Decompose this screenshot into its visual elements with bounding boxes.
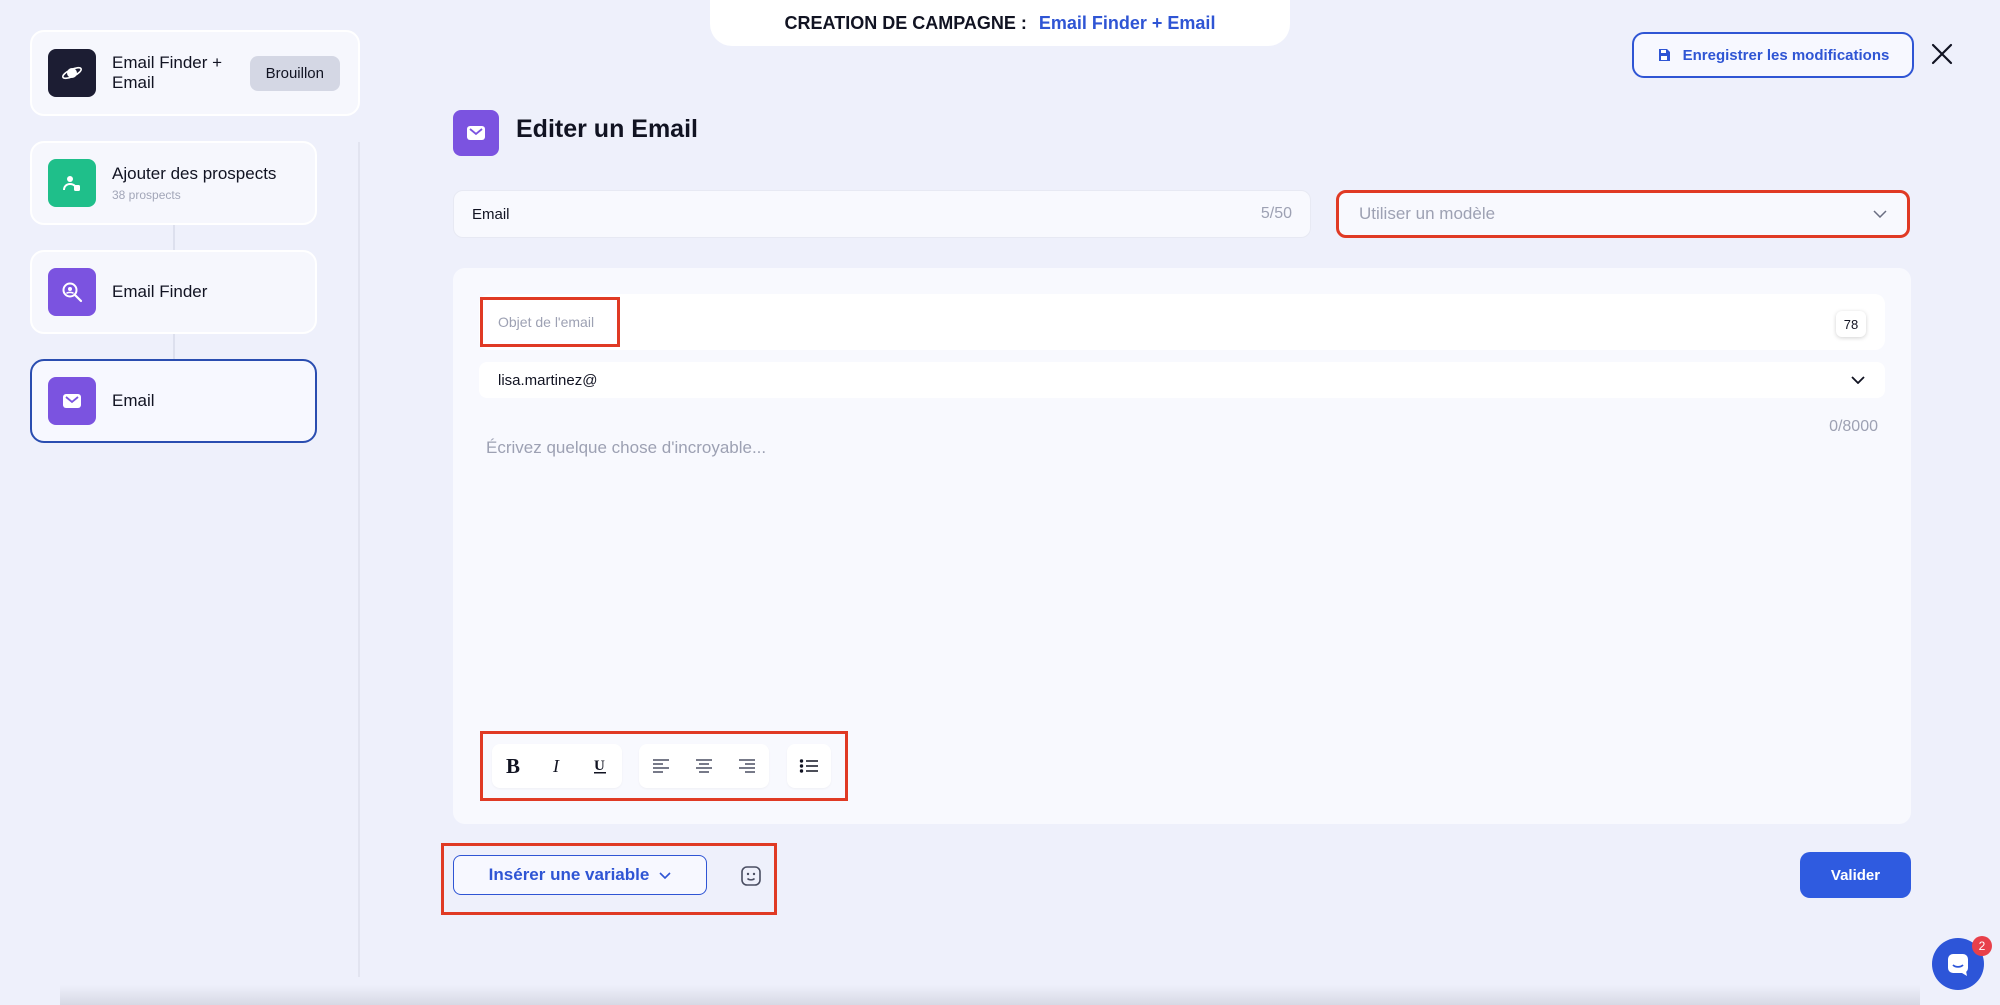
banner-label: CREATION DE CAMPAGNE :: [784, 12, 1027, 33]
list-group: [787, 744, 831, 788]
align-left-icon[interactable]: [644, 749, 678, 783]
insert-variable-button[interactable]: Insérer une variable: [453, 855, 707, 895]
save-changes-label: Enregistrer les modifications: [1682, 46, 1890, 64]
step-connector: [173, 222, 175, 250]
sender-select[interactable]: lisa.martinez@: [479, 362, 1885, 398]
align-right-icon[interactable]: [730, 749, 764, 783]
svg-text:B: B: [506, 756, 520, 776]
user-add-icon: [48, 159, 96, 207]
step-connector: [173, 332, 175, 360]
bullet-list-icon[interactable]: [792, 749, 826, 783]
template-placeholder: Utiliser un modèle: [1359, 204, 1496, 223]
template-select[interactable]: Utiliser un modèle: [1336, 190, 1910, 238]
sender-value: lisa.martinez@: [498, 371, 598, 389]
step-title: Ajouter des prospects: [112, 164, 277, 183]
sidebar-item-email-finder[interactable]: Email Finder: [30, 250, 317, 334]
svg-text:U: U: [594, 758, 605, 774]
bold-icon[interactable]: B: [497, 749, 531, 783]
save-changes-button[interactable]: Enregistrer les modifications: [1632, 32, 1914, 78]
chat-icon: [1945, 951, 1971, 977]
subject-placeholder[interactable]: Objet de l'email: [480, 297, 620, 347]
page-title: Editer un Email: [516, 115, 698, 143]
notification-badge: 2: [1972, 936, 1992, 956]
alignment-group: [639, 744, 769, 788]
subject-counter: 78: [1836, 311, 1866, 337]
italic-icon[interactable]: I: [540, 749, 574, 783]
body-placeholder[interactable]: Écrivez quelque chose d'incroyable...: [486, 438, 766, 458]
planet-icon: [48, 49, 96, 97]
mail-icon: [48, 377, 96, 425]
banner-campaign-name: Email Finder + Email: [1038, 12, 1216, 33]
chevron-down-icon: [659, 871, 671, 879]
sidebar-item-add-prospects[interactable]: Ajouter des prospects 38 prospects: [30, 141, 317, 225]
step-title: Email: [112, 391, 155, 410]
subject-input[interactable]: [479, 294, 1885, 350]
status-badge: Brouillon: [249, 55, 340, 91]
sidebar-divider: [358, 142, 360, 977]
campaign-banner: CREATION DE CAMPAGNE : Email Finder + Em…: [710, 0, 1290, 46]
validate-button[interactable]: Valider: [1800, 852, 1911, 898]
step-title: Email Finder: [112, 282, 208, 301]
email-name-counter: 5/50: [1260, 205, 1292, 222]
email-name-field[interactable]: Email 5/50: [453, 190, 1311, 238]
svg-text:I: I: [552, 757, 560, 775]
bottom-shadow: [60, 985, 1920, 1005]
sidebar-item-email[interactable]: Email: [30, 359, 317, 443]
align-center-icon[interactable]: [687, 749, 721, 783]
campaign-card[interactable]: Email Finder + Email Brouillon: [30, 30, 360, 116]
chevron-down-icon: [1873, 210, 1887, 218]
mail-icon: [453, 110, 499, 156]
close-icon[interactable]: [1928, 40, 1956, 68]
save-icon: [1657, 48, 1671, 62]
step-subtitle: 38 prospects: [112, 188, 181, 202]
text-style-group: B I U: [492, 744, 622, 788]
chevron-down-icon: [1851, 376, 1865, 384]
email-name-value: Email: [472, 205, 510, 223]
emoji-icon[interactable]: [739, 864, 763, 888]
insert-variable-label: Insérer une variable: [488, 865, 650, 884]
campaign-title: Email Finder + Email: [112, 53, 223, 92]
search-user-icon: [48, 268, 96, 316]
body-counter: 0/8000: [1829, 418, 1878, 435]
underline-icon[interactable]: U: [583, 749, 617, 783]
